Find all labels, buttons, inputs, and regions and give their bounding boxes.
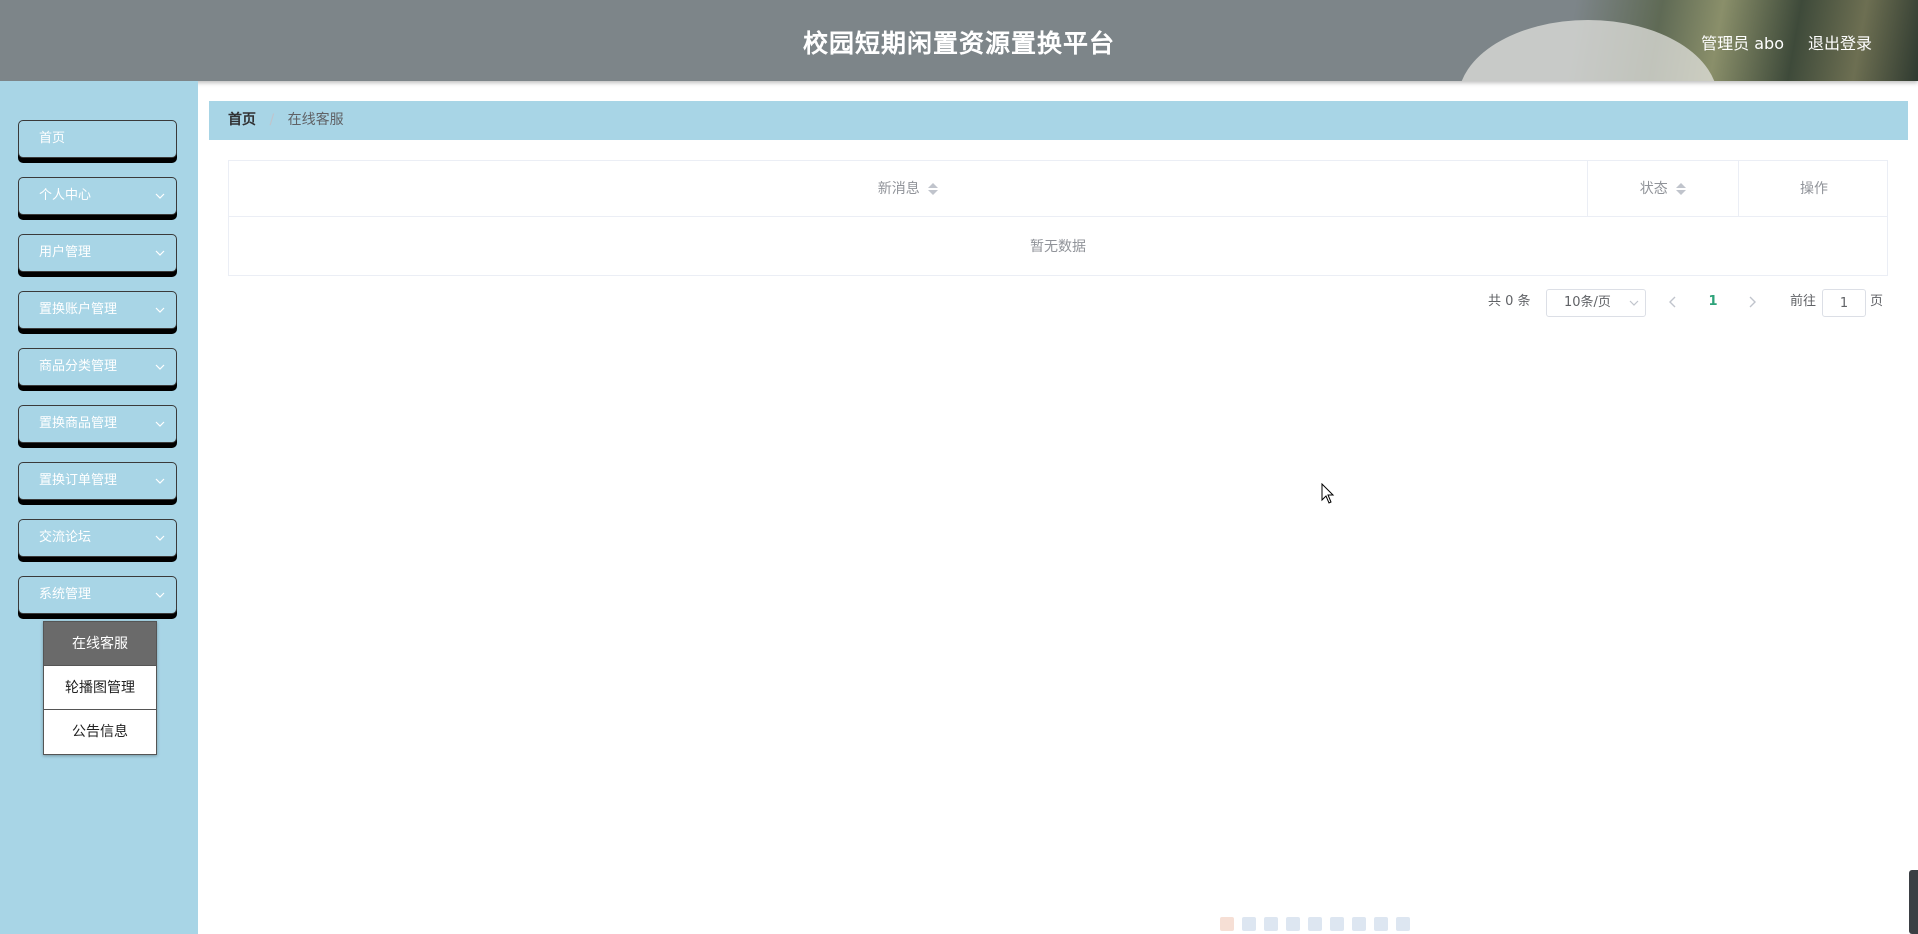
system-management-submenu: 在线客服 轮播图管理 公告信息 [43, 621, 157, 755]
sort-icon[interactable] [1676, 182, 1687, 196]
sidebar-item-exchange-goods-management[interactable]: 置换商品管理 [18, 405, 177, 443]
ime-keyboard-icon [1308, 917, 1322, 931]
chevron-down-icon [155, 478, 165, 484]
sidebar-item-label: 置换商品管理 [39, 416, 118, 431]
breadcrumb-separator: / [269, 112, 275, 128]
sidebar-item-label: 置换账户管理 [39, 302, 118, 317]
submenu-item-carousel-management[interactable]: 轮播图管理 [44, 666, 156, 710]
sidebar-item-label: 交流论坛 [39, 530, 92, 545]
ime-voice-icon [1330, 917, 1344, 931]
page-size-value: 10条/页 [1564, 295, 1611, 310]
sidebar-item-label: 首页 [39, 131, 66, 146]
breadcrumb-home[interactable]: 首页 [228, 112, 256, 128]
sidebar-item-label: 用户管理 [39, 245, 92, 260]
sidebar-item-label: 商品分类管理 [39, 359, 118, 374]
goto-page-input[interactable] [1822, 289, 1866, 317]
chevron-down-icon [155, 250, 165, 256]
ime-skin-icon [1374, 917, 1388, 931]
breadcrumb-current: 在线客服 [287, 112, 344, 128]
ime-logo-icon [1220, 917, 1234, 931]
current-user-label: 管理员 abo [1701, 34, 1784, 53]
sidebar-item-label: 个人中心 [39, 188, 92, 203]
messages-table: 新消息 状态 操作 暂无数据 [228, 160, 1888, 276]
pagination-total: 共 0 条 [1488, 294, 1531, 309]
logout-link[interactable]: 退出登录 [1808, 30, 1872, 54]
sidebar-item-exchange-order-management[interactable]: 置换订单管理 [18, 462, 177, 500]
next-page-icon[interactable] [1745, 292, 1759, 312]
chevron-down-icon [155, 535, 165, 541]
ime-settings-icon [1396, 917, 1410, 931]
sidebar-item-home[interactable]: 首页 [18, 120, 177, 158]
screen-edge-tab[interactable] [1909, 870, 1918, 934]
column-header-new-message[interactable]: 新消息 [229, 161, 1588, 217]
page-number-current[interactable]: 1 [1705, 288, 1721, 316]
column-header-status[interactable]: 状态 [1588, 161, 1739, 217]
chevron-down-icon [155, 307, 165, 313]
column-header-label: 操作 [1800, 181, 1828, 197]
goto-label: 前往 [1790, 294, 1817, 309]
sidebar-item-user-management[interactable]: 用户管理 [18, 234, 177, 272]
table-header: 新消息 状态 操作 [229, 161, 1887, 217]
column-header-label: 新消息 [877, 181, 920, 197]
mouse-pointer-icon [1321, 483, 1335, 504]
sort-icon[interactable] [928, 182, 939, 196]
chevron-down-icon [1629, 300, 1639, 306]
chevron-down-icon [155, 421, 165, 427]
ime-punctuation-icon [1286, 917, 1300, 931]
page-size-select[interactable]: 10条/页 [1546, 289, 1646, 317]
chevron-down-icon [155, 193, 165, 199]
ime-chinese-icon [1242, 917, 1256, 931]
sidebar: 首页个人中心用户管理置换账户管理 商品分类管理 置换商品管理 置换订单管理 交流论坛系统… [0, 81, 198, 934]
column-header-label: 状态 [1639, 181, 1668, 197]
previous-page-icon[interactable] [1666, 292, 1680, 312]
chevron-down-icon [155, 364, 165, 370]
submenu-item-announcements[interactable]: 公告信息 [44, 710, 156, 754]
sidebar-item-system-management[interactable]: 系统管理 [18, 576, 177, 614]
sidebar-item-forum[interactable]: 交流论坛 [18, 519, 177, 557]
ime-simplified-icon [1352, 917, 1366, 931]
sidebar-item-label: 置换订单管理 [39, 473, 118, 488]
header-bar: 校园短期闲置资源置换平台 管理员 abo 退出登录 [0, 0, 1918, 81]
page-title: 校园短期闲置资源置换平台 [802, 29, 1115, 58]
breadcrumb: 首页 / 在线客服 [209, 101, 1908, 140]
column-header-actions: 操作 [1739, 161, 1889, 217]
table-empty-text: 暂无数据 [1030, 239, 1086, 255]
chevron-down-icon [155, 592, 165, 598]
sidebar-item-label: 系统管理 [39, 587, 92, 602]
ime-toolbar [1218, 913, 1428, 933]
ime-moon-icon [1264, 917, 1278, 931]
sidebar-item-category-management[interactable]: 商品分类管理 [18, 348, 177, 386]
sidebar-item-exchange-account-management[interactable]: 置换账户管理 [18, 291, 177, 329]
sidebar-item-personal-center[interactable]: 个人中心 [18, 177, 177, 215]
goto-unit-label: 页 [1870, 294, 1884, 309]
submenu-item-online-service[interactable]: 在线客服 [44, 622, 156, 666]
